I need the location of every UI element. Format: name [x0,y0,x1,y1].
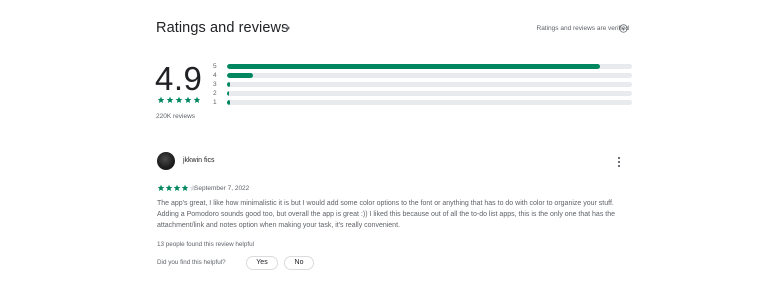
histogram-track [227,73,632,78]
rating-histogram: 5 4 3 2 1 [213,62,633,107]
histogram-label: 4 [213,72,217,79]
histogram-label: 2 [213,90,217,97]
review-date: September 7, 2022 [194,185,250,192]
helpful-no-button[interactable]: No [284,256,314,270]
histogram-row-3: 3 [213,80,633,89]
ratings-reviews-section: Ratings and reviews Ratings and reviews … [0,0,768,285]
histogram-bar [227,91,230,96]
histogram-label: 1 [213,99,217,106]
star-icon [166,96,174,103]
histogram-bar [227,100,231,105]
verified-note: Ratings and reviews are verified [536,25,630,32]
review-author: jkkwin fics [183,157,215,164]
star-icon [181,184,189,191]
star-icon [157,96,165,103]
avatar [157,152,175,170]
histogram-label: 5 [213,63,217,70]
histogram-track [227,64,632,69]
histogram-bar [227,64,600,69]
section-title[interactable]: Ratings and reviews [156,20,288,36]
info-icon[interactable] [619,24,628,33]
histogram-label: 3 [213,81,217,88]
histogram-row-2: 2 [213,89,633,98]
star-icon [173,184,181,191]
review-text: The app's great, I like how minimalistic… [157,200,616,229]
histogram-row-4: 4 [213,71,633,80]
star-icon [184,96,192,103]
review-stars [157,184,197,192]
histogram-row-5: 5 [213,62,633,71]
average-stars [157,96,201,106]
star-icon [157,184,165,191]
average-score: 4.9 [155,60,203,97]
histogram-track [227,100,632,105]
histogram-bar [227,73,254,78]
helpful-yes-button[interactable]: Yes [246,256,278,270]
helpful-question: Did you find this helpful? [157,259,226,266]
arrow-right-icon[interactable] [280,21,292,35]
total-reviews-count: 220K reviews [156,113,196,120]
histogram-track [227,91,632,96]
more-vert-icon[interactable] [616,156,622,168]
star-icon [193,96,201,103]
star-icon [165,184,173,191]
histogram-row-1: 1 [213,98,633,107]
histogram-bar [227,82,231,87]
helpful-count: 13 people found this review helpful [157,241,254,248]
star-icon [175,96,183,103]
histogram-track [227,82,632,87]
